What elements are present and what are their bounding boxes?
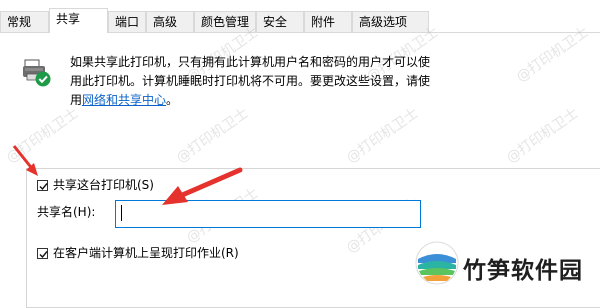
info-line: 用网络和共享中心。	[70, 91, 570, 110]
network-sharing-center-link[interactable]: 网络和共享中心	[82, 93, 166, 107]
tab-label: 颜色管理	[201, 15, 250, 29]
render-jobs-label[interactable]: 在客户端计算机上呈现打印作业(R)	[53, 245, 239, 261]
tab-ports[interactable]: 端口	[108, 11, 146, 32]
share-name-label: 共享名(H):	[37, 205, 96, 219]
sharing-info-text: 如果共享此打印机，只有拥有此计算机用户名和密码的用户才可以使 用此打印机。计算机…	[70, 53, 570, 110]
share-name-input[interactable]	[115, 200, 421, 228]
render-jobs-checkbox[interactable]	[37, 248, 48, 259]
tab-attachments[interactable]: 附件	[304, 11, 352, 32]
tab-label: 共享	[56, 12, 81, 26]
logo-text: 竹笋软件园	[463, 258, 583, 284]
site-logo: 竹笋软件园	[415, 241, 600, 290]
tab-label: 高级选项	[359, 15, 408, 29]
info-line: 如果共享此打印机，只有拥有此计算机用户名和密码的用户才可以使	[70, 55, 431, 69]
tab-strip: 常规 共享 端口 高级 颜色管理 安全 附件 高级选项	[0, 0, 600, 33]
tab-label: 安全	[263, 15, 288, 29]
printer-shared-icon	[22, 58, 52, 88]
info-prefix: 用	[70, 93, 83, 107]
tab-label: 常规	[7, 15, 32, 29]
tab-advanced-options[interactable]: 高级选项	[352, 11, 429, 32]
tab-label: 高级	[153, 15, 178, 29]
tab-color-management[interactable]: 颜色管理	[194, 11, 256, 32]
tab-sharing[interactable]: 共享	[49, 8, 108, 33]
tab-label: 附件	[311, 15, 336, 29]
share-printer-label[interactable]: 共享这台打印机(S)	[53, 177, 154, 193]
text-caret	[121, 205, 122, 221]
logo-mark-icon	[415, 241, 459, 285]
tab-general[interactable]: 常规	[0, 11, 49, 32]
info-line: 用此打印机。计算机睡眠时打印机将不可用。要更改这些设置，请使	[70, 74, 431, 88]
tab-security[interactable]: 安全	[256, 11, 304, 32]
tab-advanced[interactable]: 高级	[146, 11, 194, 32]
share-printer-checkbox[interactable]	[37, 180, 48, 191]
info-suffix: 。	[166, 93, 179, 107]
tab-label: 端口	[115, 15, 140, 29]
